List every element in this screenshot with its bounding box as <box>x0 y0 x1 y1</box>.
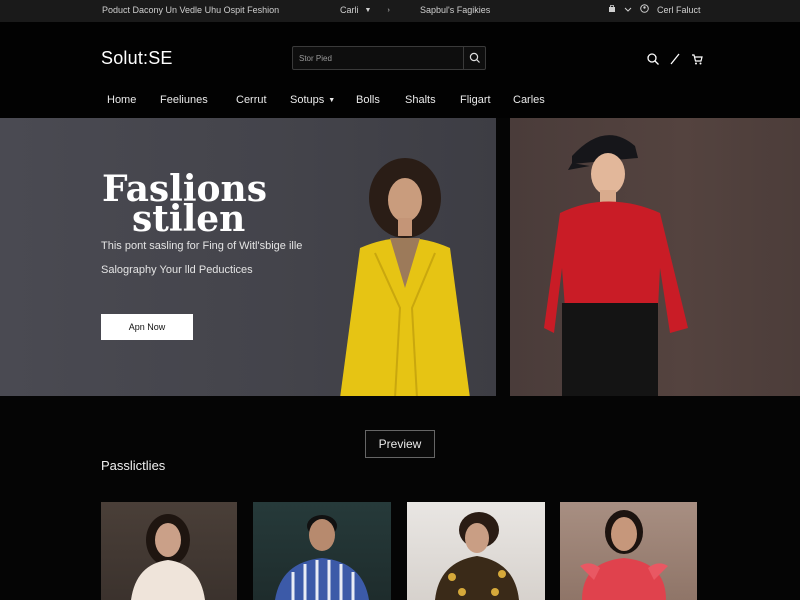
hero-banner: Faslions stilen This pont sasling for Fi… <box>0 118 496 396</box>
search-bar <box>292 46 486 70</box>
shop-now-button[interactable]: Apn Now <box>101 314 193 340</box>
product-card[interactable] <box>101 502 237 600</box>
hero-side-image[interactable] <box>510 118 800 396</box>
nav-item-2[interactable]: Feeliunes <box>160 94 208 106</box>
nav-item-6[interactable]: Shalts <box>405 94 436 106</box>
search-icon <box>469 52 480 63</box>
preview-button[interactable]: Preview <box>365 430 435 458</box>
site-header: Solut:SE Home Feeliunes Cerrut Sotups ▼ <box>0 22 800 118</box>
model-red-sweater-image <box>544 135 688 396</box>
product-image <box>435 512 519 600</box>
edit-icon[interactable] <box>668 52 682 66</box>
nav-item-7[interactable]: Fligart <box>460 94 491 106</box>
product-image <box>275 515 369 600</box>
cart-icon[interactable] <box>690 52 704 66</box>
search-icon[interactable] <box>646 52 660 66</box>
nav-item-home[interactable]: Home <box>107 94 136 106</box>
chevron-down-icon[interactable] <box>624 5 632 15</box>
bag-icon[interactable] <box>608 4 616 15</box>
promo-text: Poduct Dacony Un Vedle Uhu Ospit Feshion <box>102 5 280 15</box>
currency-selector[interactable]: Carli ▼ › <box>340 5 390 15</box>
search-button[interactable] <box>463 47 485 69</box>
account-link[interactable]: Cerl Faluct <box>657 5 701 15</box>
product-image <box>131 514 205 600</box>
nav-item-8[interactable]: Carles <box>513 94 545 106</box>
section-title: Passlictlies <box>101 458 166 473</box>
user-icon[interactable] <box>640 4 649 15</box>
chevron-down-icon: ▼ <box>328 96 336 104</box>
topbar-link[interactable]: Sapbul's Fagikies <box>420 5 490 15</box>
chevron-down-icon: ▼ <box>364 6 372 14</box>
product-card[interactable] <box>407 502 545 600</box>
product-card[interactable] <box>560 502 697 600</box>
search-input[interactable] <box>293 47 463 69</box>
hero-subtitle: This pont sasling for Fing of Witl'sbige… <box>101 240 303 252</box>
nav-item-label: Sotups <box>290 94 325 106</box>
nav-item-5[interactable]: Bolls <box>356 94 380 106</box>
hero-model-image <box>340 158 470 396</box>
hero-title: Faslions stilen <box>102 171 267 237</box>
product-image <box>580 510 668 600</box>
hero-subtitle-2: Salography Your lld Peductices <box>101 264 253 276</box>
nav-item-4[interactable]: Sotups ▼ <box>290 94 335 106</box>
top-bar: Poduct Dacony Un Vedle Uhu Ospit Feshion… <box>0 0 800 22</box>
nav-item-3[interactable]: Cerrut <box>236 94 267 106</box>
logo[interactable]: Solut:SE <box>101 48 173 69</box>
product-card[interactable] <box>253 502 391 600</box>
currency-label: Carli <box>340 5 359 15</box>
chevron-right-icon: › <box>387 6 390 14</box>
